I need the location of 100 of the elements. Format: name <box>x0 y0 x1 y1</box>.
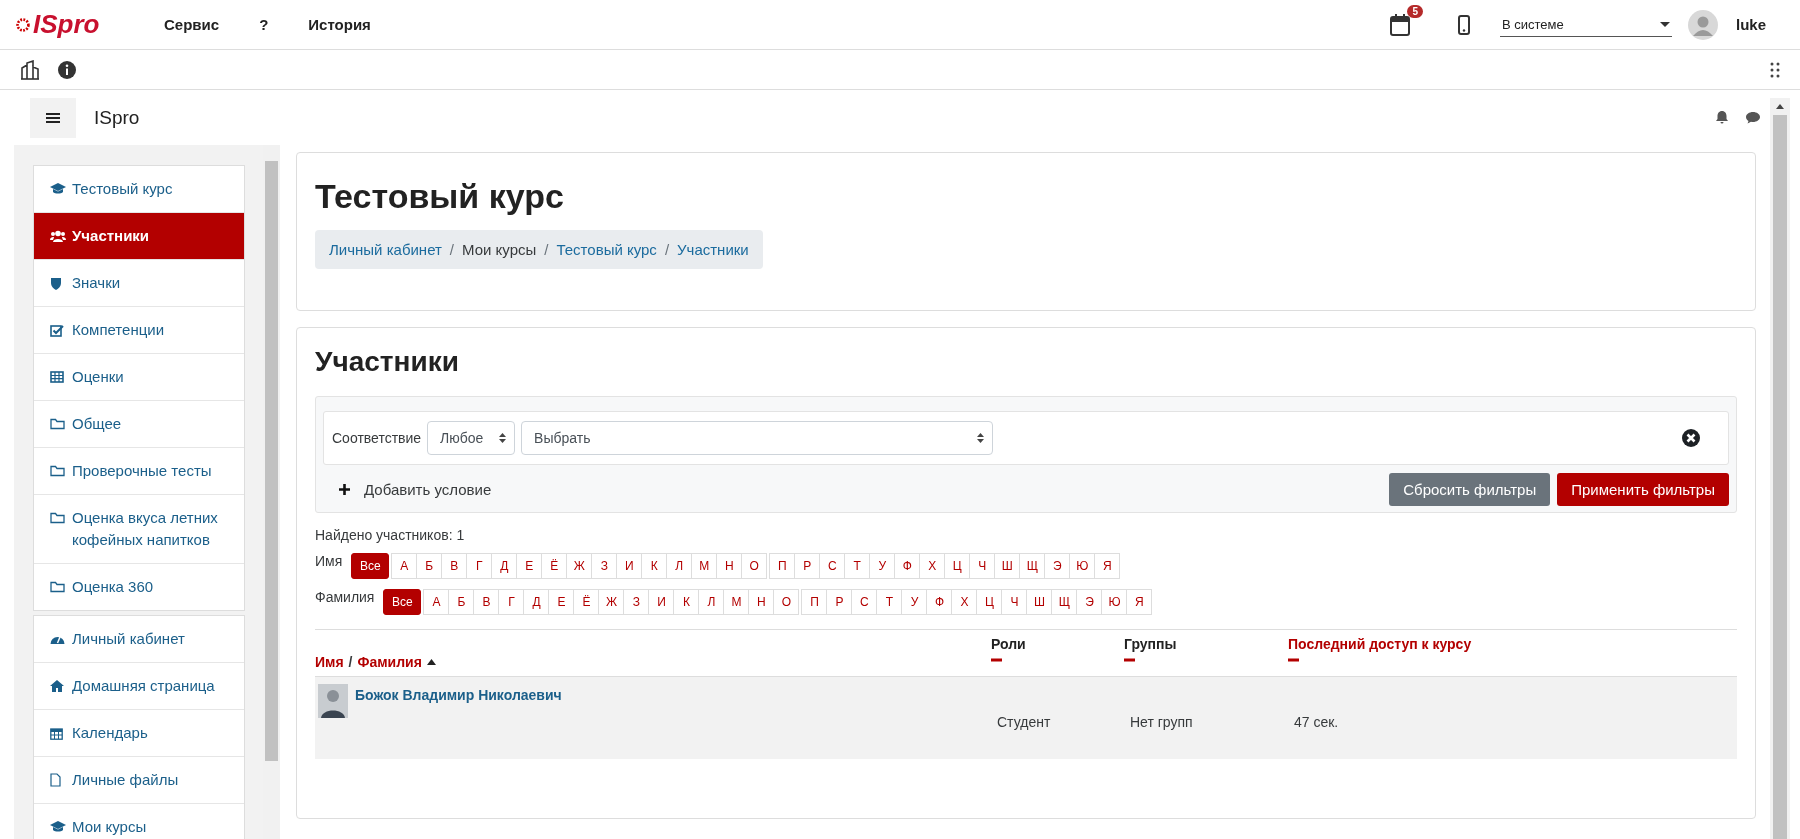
initial-link[interactable]: У <box>901 589 928 615</box>
logo[interactable]: ISpro <box>14 9 164 40</box>
menu-item[interactable]: История <box>308 16 371 33</box>
sidebar-item[interactable]: Оценка вкуса летних кофейных напитков <box>34 495 244 564</box>
phone-icon[interactable] <box>1458 14 1470 35</box>
breadcrumb-link[interactable]: Личный кабинет <box>329 241 442 258</box>
initial-link[interactable]: Л <box>666 553 693 579</box>
apps-grid-icon[interactable] <box>1770 61 1780 78</box>
initial-link[interactable]: Е <box>516 553 543 579</box>
initial-link[interactable]: Все <box>351 553 390 579</box>
initial-link[interactable]: Г <box>466 553 493 579</box>
initial-link[interactable]: В <box>441 553 468 579</box>
menu-item[interactable]: Сервис <box>164 16 220 33</box>
column-sort-link[interactable]: Фамилия <box>357 654 422 670</box>
avatar[interactable] <box>1688 9 1718 40</box>
initial-link[interactable]: Л <box>698 589 725 615</box>
condition-select[interactable]: Выбрать <box>521 421 994 455</box>
initial-link[interactable]: Щ <box>1019 553 1046 579</box>
initial-link[interactable]: Ч <box>969 553 996 579</box>
initial-link[interactable]: Е <box>548 589 575 615</box>
filter-button[interactable]: Сбросить фильтры <box>1389 473 1551 506</box>
initial-link[interactable]: Р <box>794 553 821 579</box>
initial-link[interactable]: З <box>623 589 650 615</box>
bell-icon[interactable] <box>1716 111 1728 124</box>
menu-item[interactable]: ? <box>259 16 269 33</box>
initial-link[interactable]: Д <box>523 589 550 615</box>
initial-link[interactable]: Н <box>748 589 775 615</box>
sidebar-item[interactable]: Личные файлы <box>34 757 244 804</box>
initial-link[interactable]: Ё <box>573 589 600 615</box>
initial-link[interactable]: Ц <box>976 589 1003 615</box>
initial-link[interactable]: С <box>819 553 846 579</box>
initial-link[interactable]: Я <box>1094 553 1121 579</box>
add-condition-link[interactable]: Добавить условие <box>323 481 508 498</box>
initial-link[interactable]: О <box>773 589 800 615</box>
initial-link[interactable]: Ф <box>926 589 953 615</box>
initial-link[interactable]: Б <box>416 553 443 579</box>
initial-link[interactable]: Ш <box>994 553 1021 579</box>
info-icon[interactable] <box>58 60 76 79</box>
initial-link[interactable]: Э <box>1076 589 1103 615</box>
initial-link[interactable]: П <box>769 553 796 579</box>
sidebar-item[interactable]: Общее <box>34 401 244 448</box>
initial-link[interactable]: Ю <box>1069 553 1096 579</box>
remove-icon[interactable] <box>1682 429 1700 447</box>
sidebar-item[interactable]: Домашняя страница <box>34 663 244 710</box>
initial-link[interactable]: И <box>616 553 643 579</box>
breadcrumb-link[interactable]: Тестовый курс <box>556 241 657 258</box>
initial-link[interactable]: Р <box>826 589 853 615</box>
initial-link[interactable]: Х <box>951 589 978 615</box>
initial-link[interactable]: Я <box>1126 589 1153 615</box>
initial-link[interactable]: Э <box>1044 553 1071 579</box>
initial-link[interactable]: Н <box>716 553 743 579</box>
match-select[interactable]: Любое <box>427 421 516 455</box>
sidebar-item[interactable]: Проверочные тесты <box>34 448 244 495</box>
initial-link[interactable]: Г <box>498 589 525 615</box>
building-icon[interactable] <box>20 59 40 80</box>
initial-link[interactable]: Ц <box>944 553 971 579</box>
initial-link[interactable]: Ш <box>1026 589 1053 615</box>
initial-link[interactable]: Б <box>448 589 475 615</box>
sidebar-item[interactable]: Значки <box>34 260 244 307</box>
initial-link[interactable]: А <box>423 589 450 615</box>
initial-link[interactable]: Ж <box>566 553 593 579</box>
sidebar-item[interactable]: Компетенции <box>34 307 244 354</box>
menu-button[interactable] <box>30 97 76 138</box>
initial-link[interactable]: Ё <box>541 553 568 579</box>
sidebar-item[interactable]: Личный кабинет <box>34 616 244 663</box>
initial-link[interactable]: Т <box>876 589 903 615</box>
status-select[interactable]: В системе <box>1500 12 1672 37</box>
initial-link[interactable]: К <box>673 589 700 615</box>
initial-link[interactable]: М <box>691 553 718 579</box>
sidebar-item[interactable]: Мои курсы <box>34 804 244 839</box>
initial-link[interactable]: Ж <box>598 589 625 615</box>
user-name[interactable]: luke <box>1736 16 1766 33</box>
initial-link[interactable]: Д <box>491 553 518 579</box>
initial-link[interactable]: Т <box>844 553 871 579</box>
initial-link[interactable]: П <box>801 589 828 615</box>
initial-link[interactable]: К <box>641 553 668 579</box>
chat-icon[interactable] <box>1746 111 1760 124</box>
initial-link[interactable]: А <box>391 553 418 579</box>
initial-link[interactable]: С <box>851 589 878 615</box>
sidebar-item[interactable]: Календарь <box>34 710 244 757</box>
initial-link[interactable]: Все <box>383 589 422 615</box>
calendar-icon[interactable] <box>1390 13 1410 36</box>
initial-link[interactable]: И <box>648 589 675 615</box>
initial-link[interactable]: В <box>473 589 500 615</box>
site-name[interactable]: ISpro <box>94 106 140 129</box>
sidebar-item[interactable]: Оценки <box>34 354 244 401</box>
initial-link[interactable]: У <box>869 553 896 579</box>
initial-link[interactable]: Щ <box>1051 589 1078 615</box>
initial-link[interactable]: Ю <box>1101 589 1128 615</box>
column-sort-link[interactable]: Имя <box>315 654 344 670</box>
scrollbar[interactable] <box>1770 98 1790 839</box>
initial-link[interactable]: Ф <box>894 553 921 579</box>
filter-button[interactable]: Применить фильтры <box>1557 473 1729 506</box>
column-sort-link[interactable]: Последний доступ к курсу <box>1288 636 1737 652</box>
initial-link[interactable]: З <box>591 553 618 579</box>
initial-link[interactable]: М <box>723 589 750 615</box>
sidebar-item[interactable]: Участники <box>34 213 244 260</box>
breadcrumb-link[interactable]: Участники <box>677 241 749 258</box>
initial-link[interactable]: Ч <box>1001 589 1028 615</box>
initial-link[interactable]: О <box>741 553 768 579</box>
